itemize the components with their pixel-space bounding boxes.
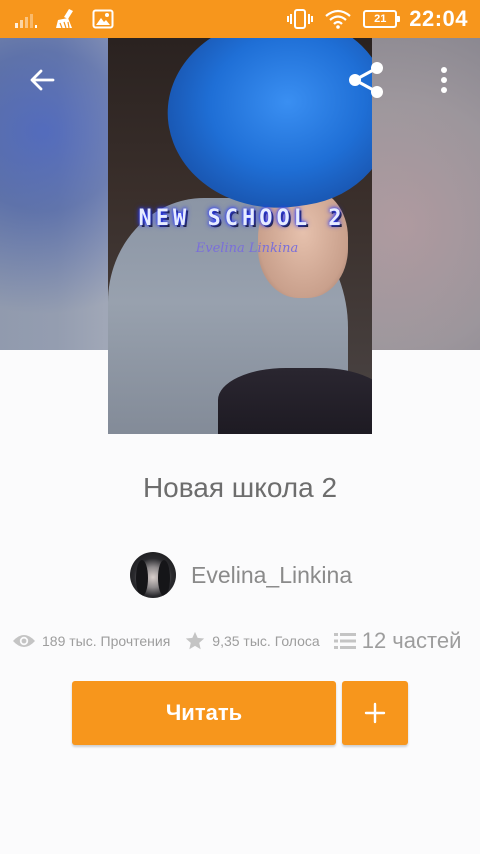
list-icon — [333, 633, 356, 649]
back-button[interactable] — [18, 56, 66, 104]
more-vert-icon — [441, 67, 447, 93]
avatar-hair-right — [158, 560, 170, 596]
vibrate-icon — [287, 9, 314, 29]
status-bar: 21 22:04 — [0, 0, 480, 38]
cover-figure-legs — [218, 368, 372, 434]
status-right: 21 22:04 — [287, 6, 468, 32]
star-icon — [186, 631, 205, 650]
wifi-icon — [325, 9, 351, 29]
story-cover-image[interactable]: NEW SCHOOL 2 Evelina Linkina — [108, 38, 372, 434]
cleaner-icon — [56, 9, 73, 29]
cover-author-text: Evelina Linkina — [195, 241, 299, 256]
signal-icon — [15, 14, 37, 28]
reads-count: 189 тыс. Прочтения — [42, 633, 171, 649]
cover-title-text: NEW SCHOOL 2 — [138, 206, 346, 231]
story-title: Новая школа 2 — [142, 472, 338, 503]
cover-figure-hair — [155, 38, 372, 223]
avatar-hair-left — [136, 560, 148, 596]
story-stats: 189 тыс. Прочтения 9,35 тыс. Голоса 12 ч… — [12, 625, 472, 657]
author-avatar[interactable] — [130, 552, 176, 598]
read-button[interactable]: Читать — [72, 681, 336, 745]
votes-count: 9,35 тыс. Голоса — [212, 633, 320, 649]
status-time: 22:04 — [409, 6, 468, 31]
battery-level: 21 — [374, 13, 387, 25]
parts-stat[interactable]: 12 частей — [333, 628, 462, 654]
status-left — [14, 8, 114, 30]
more-options-button[interactable] — [420, 56, 468, 104]
eye-icon — [13, 635, 35, 647]
reads-stat: 189 тыс. Прочтения — [12, 633, 170, 649]
plus-icon — [364, 702, 386, 724]
add-to-library-button[interactable] — [342, 681, 408, 745]
votes-stat: 9,35 тыс. Голоса — [184, 630, 320, 652]
share-icon — [349, 62, 383, 98]
author-name[interactable]: Evelina_Linkina — [191, 562, 352, 589]
battery-icon: 21 — [363, 10, 401, 28]
parts-count: 12 частей — [361, 628, 462, 653]
image-notification-icon — [92, 9, 114, 29]
back-arrow-icon — [30, 69, 55, 91]
share-button[interactable] — [342, 56, 390, 104]
author-row[interactable]: Evelina_Linkina — [130, 551, 352, 599]
